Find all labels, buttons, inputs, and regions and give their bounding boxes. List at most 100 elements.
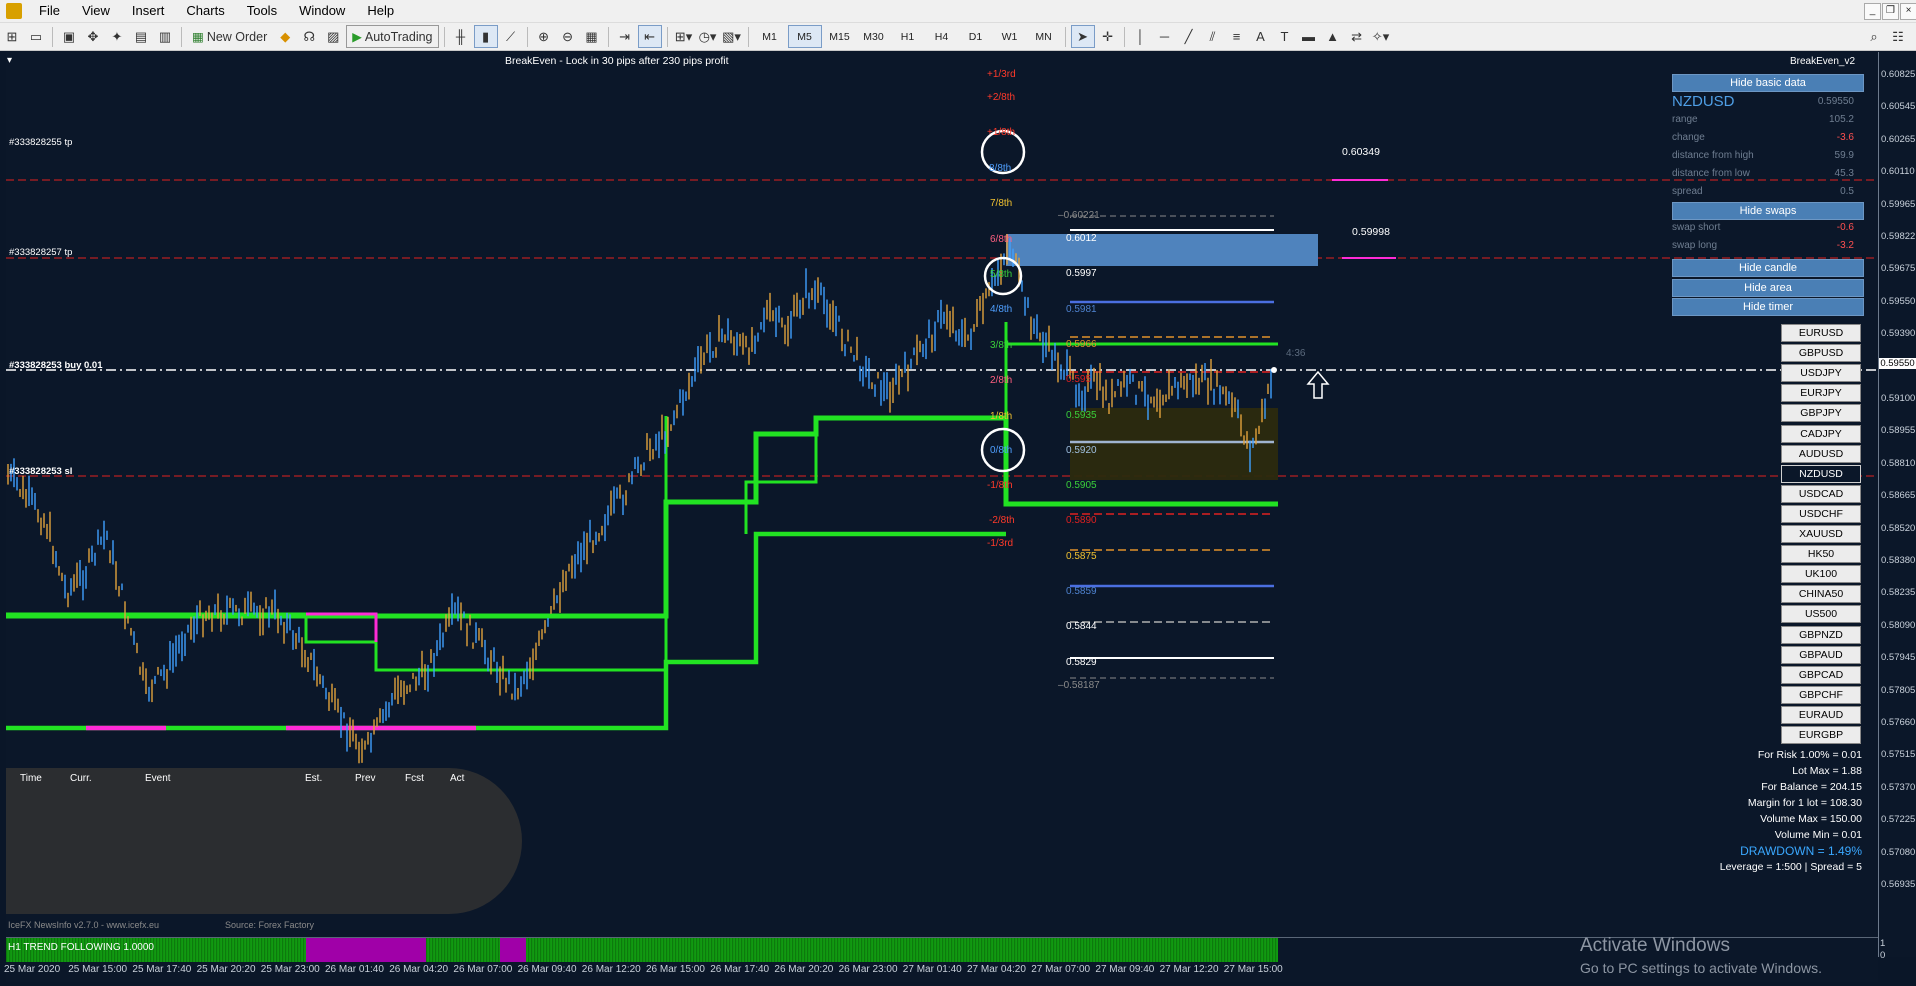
trendline-icon[interactable]: ╱: [1178, 26, 1200, 47]
symbol-button-gbpnzd[interactable]: GBPNZD: [1781, 625, 1861, 644]
histogram-bar: [252, 938, 254, 962]
symbol-button-uk100[interactable]: UK100: [1781, 565, 1861, 584]
menu-file[interactable]: File: [28, 0, 71, 22]
shapes-icon[interactable]: ✧▾: [1370, 26, 1392, 47]
menu-charts[interactable]: Charts: [175, 0, 235, 22]
tester-icon[interactable]: ▥: [154, 26, 176, 47]
zoom-in-icon[interactable]: ⊕: [533, 26, 555, 47]
meta-editor-icon[interactable]: ◆: [274, 26, 296, 47]
symbol-button-eurusd[interactable]: EURUSD: [1781, 324, 1861, 342]
restore-icon[interactable]: ❐: [1882, 3, 1899, 20]
histogram-bar: [1251, 938, 1253, 962]
hide-area-button[interactable]: Hide area: [1672, 279, 1864, 297]
fibonacci-icon[interactable]: ≡: [1226, 26, 1248, 47]
tile-windows-icon[interactable]: ▦: [581, 26, 603, 47]
channel-icon[interactable]: ⫽: [1202, 26, 1224, 47]
symbol-button-gbpchf[interactable]: GBPCHF: [1781, 685, 1861, 704]
symbol-button-xauusd[interactable]: XAUUSD: [1781, 525, 1861, 543]
market-icon[interactable]: ▨: [322, 26, 344, 47]
histogram-bar: [498, 938, 500, 962]
timeframe-w1[interactable]: W1: [994, 26, 1026, 47]
symbol-button-euraud[interactable]: EURAUD: [1781, 705, 1861, 724]
symbol-button-usdcad[interactable]: USDCAD: [1781, 484, 1861, 503]
timeframe-h4[interactable]: H4: [926, 26, 958, 47]
new-chart-icon[interactable]: ⊞: [1, 26, 23, 47]
menu-tools[interactable]: Tools: [236, 0, 288, 22]
text-icon[interactable]: A: [1250, 26, 1272, 47]
crosshair-icon[interactable]: ✛: [1097, 26, 1119, 47]
autotrading-button[interactable]: ▶ AutoTrading: [346, 25, 439, 48]
profiles-icon[interactable]: ▭: [25, 26, 47, 47]
histogram-bar: [873, 938, 875, 962]
symbol-button-nzdusd[interactable]: NZDUSD: [1781, 464, 1861, 483]
histogram-bar: [651, 938, 653, 962]
time-tick: 26 Mar 07:00: [453, 964, 513, 975]
community-icon[interactable]: ☷: [1887, 26, 1909, 47]
histogram-bar: [573, 938, 575, 962]
symbol-button-hk50[interactable]: HK50: [1781, 545, 1861, 564]
arrows-icon[interactable]: ⇄: [1346, 26, 1368, 47]
chart-shift-icon[interactable]: ⇥: [614, 26, 636, 47]
symbol-button-cadjpy[interactable]: CADJPY: [1781, 424, 1861, 443]
symbol-button-us500[interactable]: US500: [1781, 605, 1861, 624]
symbol-button-gbpjpy[interactable]: GBPJPY: [1781, 404, 1861, 423]
market-watch-icon[interactable]: ▣: [58, 26, 80, 47]
histogram-bar: [999, 938, 1001, 962]
price-tick: 0.60545: [1881, 101, 1916, 113]
hide-swaps-button[interactable]: Hide swaps: [1672, 202, 1864, 220]
timeframe-m1[interactable]: M1: [754, 26, 786, 47]
news-header-time: Time: [20, 773, 42, 784]
indicators-icon[interactable]: ⊞▾: [673, 26, 695, 47]
symbol-button-usdchf[interactable]: USDCHF: [1781, 504, 1861, 523]
histogram-bar: [231, 938, 233, 962]
minimize-icon[interactable]: _: [1864, 3, 1881, 20]
symbol-button-gbpcad[interactable]: GBPCAD: [1781, 665, 1861, 684]
symbol-button-china50[interactable]: CHINA50: [1781, 585, 1861, 604]
timeframe-mn[interactable]: MN: [1028, 26, 1060, 47]
histogram-bar: [468, 938, 470, 962]
new-order-button[interactable]: ▦ New Order: [187, 26, 272, 47]
candlestick-icon[interactable]: ▮: [473, 25, 498, 48]
navigator-icon[interactable]: ✦: [106, 26, 128, 47]
menu-insert[interactable]: Insert: [121, 0, 176, 22]
price-axis[interactable]: 0.60825 0.60545 0.60265 0.60110 0.59965 0.598…: [1878, 52, 1916, 957]
symbol-button-eurjpy[interactable]: EURJPY: [1781, 384, 1861, 403]
periods-icon[interactable]: ◷▾: [697, 26, 719, 47]
hide-candle-button[interactable]: Hide candle: [1672, 259, 1864, 277]
symbol-button-audusd[interactable]: AUDUSD: [1781, 444, 1861, 463]
autoscroll-icon[interactable]: ⇤: [637, 25, 662, 48]
line-chart-icon[interactable]: ⟋: [500, 26, 522, 47]
search-icon[interactable]: ⌕: [1863, 26, 1885, 47]
timeframe-d1[interactable]: D1: [960, 26, 992, 47]
terminal-icon[interactable]: ▤: [130, 26, 152, 47]
symbol-button-gbpaud[interactable]: GBPAUD: [1781, 645, 1861, 664]
triangle-icon[interactable]: ▲: [1322, 26, 1344, 47]
hide-timer-button[interactable]: Hide timer: [1672, 298, 1864, 316]
timeframe-m15[interactable]: M15: [824, 26, 856, 47]
menu-help[interactable]: Help: [356, 0, 405, 22]
timeframe-m5[interactable]: M5: [787, 25, 822, 48]
close-icon[interactable]: ×: [1900, 3, 1916, 20]
histogram-bar: [882, 938, 884, 962]
templates-icon[interactable]: ▧▾: [721, 26, 743, 47]
rectangle-icon[interactable]: ▬: [1298, 26, 1320, 47]
level-label: 0.5829: [1066, 657, 1097, 668]
text-label-icon[interactable]: T: [1274, 26, 1296, 47]
cursor-icon[interactable]: ➤: [1070, 25, 1095, 48]
price-tick: 0.58810: [1881, 457, 1916, 469]
symbol-button-usdjpy[interactable]: USDJPY: [1781, 364, 1861, 383]
data-window-icon[interactable]: ✥: [82, 26, 104, 47]
symbol-button-gbpusd[interactable]: GBPUSD: [1781, 344, 1861, 363]
timeframe-h1[interactable]: H1: [892, 26, 924, 47]
horizontal-line-icon[interactable]: ─: [1154, 26, 1176, 47]
timeframe-m30[interactable]: M30: [858, 26, 890, 47]
menu-view[interactable]: View: [71, 0, 121, 22]
bar-chart-icon[interactable]: ╫: [450, 26, 472, 47]
hide-basic-data-button[interactable]: Hide basic data: [1672, 74, 1864, 92]
signals-icon[interactable]: ☊: [298, 26, 320, 47]
histogram-bar: [1215, 938, 1217, 962]
vertical-line-icon[interactable]: │: [1130, 26, 1152, 47]
symbol-button-eurgbp[interactable]: EURGBP: [1781, 726, 1861, 744]
menu-window[interactable]: Window: [288, 0, 356, 22]
zoom-out-icon[interactable]: ⊖: [557, 26, 579, 47]
